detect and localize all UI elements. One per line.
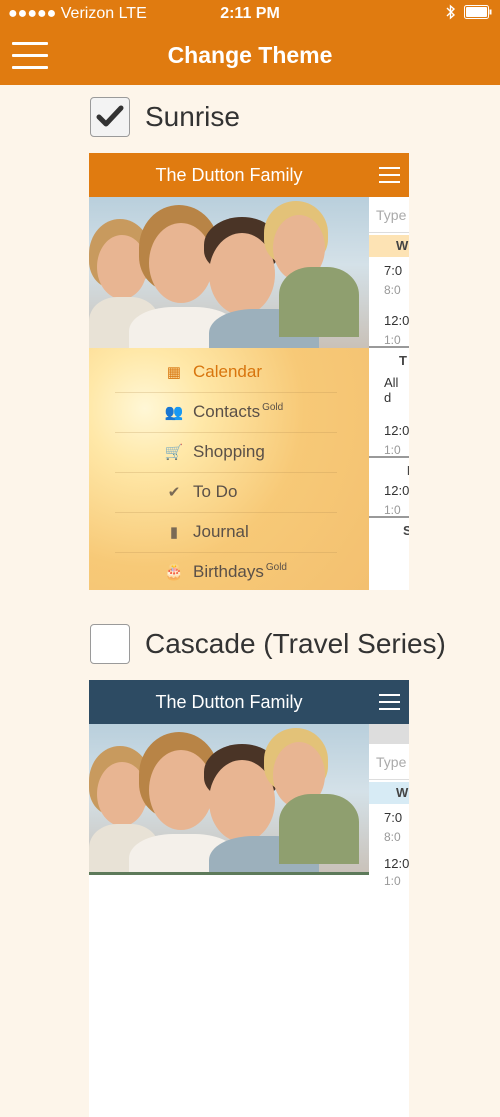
preview-menu-icon [379,694,400,715]
preview-header: The Dutton Family [89,680,409,724]
gold-badge: Gold [265,562,287,574]
preview-header-title: The Dutton Family [155,165,303,185]
family-photo [89,197,369,348]
navigation-bar: Change Theme [0,28,500,85]
status-bar: ●●●●● Verizon LTE 2:11 PM [0,0,500,28]
preview-search-field: Type [369,744,409,780]
preview-header: The Dutton Family [89,153,409,197]
preview-header-title: The Dutton Family [155,692,303,712]
family-photo [89,724,369,875]
preview-calendar-column: Type W 7:0 8:0 12:0 1:0 T All d 12:0 1:0… [369,197,409,590]
preview-menu-item-calendar: ▦ Calendar [115,352,337,393]
theme-option-sunrise[interactable]: Sunrise [90,97,240,137]
journal-icon: ▮ [169,524,179,541]
theme-checkbox-sunrise[interactable] [90,97,130,137]
preview-menu-item-shopping: 🛒 Shopping [115,432,337,473]
preview-search-field: Type [369,197,409,233]
status-time: 2:11 PM [220,5,280,22]
preview-menu-item-todo: ✔ To Do [115,472,337,513]
theme-checkbox-cascade[interactable] [90,624,130,664]
theme-label-cascade: Cascade (Travel Series) [145,628,446,659]
preview-menu-item-contacts: 👥 Contacts Gold [115,392,337,433]
preview-menu-icon [379,167,400,188]
calendar-icon: ▦ [166,364,182,381]
contacts-icon: 👥 [164,404,184,421]
preview-calendar-column: Type W 7:0 8:0 12:0 1:0 [369,724,409,1117]
theme-preview-cascade[interactable]: The Dutton Family Type W 7:0 8:0 12:0 1:… [89,680,409,1117]
preview-menu-item-journal: ▮ Journal [115,512,337,553]
gold-badge: Gold [262,402,284,414]
checkmark-icon [96,105,124,127]
battery-icon [464,5,492,19]
cart-icon: 🛒 [164,444,184,461]
theme-label-sunrise: Sunrise [145,101,240,132]
check-icon: ✔ [167,484,181,501]
preview-side-menu: ▦ Calendar 👥 Contacts Gold 🛒 Shopping ✔ T… [89,348,369,590]
theme-preview-sunrise[interactable]: The Dutton Family ▦ Calendar 👥 Contacts G… [89,153,409,590]
bluetooth-icon [446,4,456,20]
cake-icon: 🎂 [164,564,184,581]
page-title: Change Theme [167,42,333,68]
preview-menu-item-birthdays: 🎂 Birthdays Gold [115,552,337,590]
theme-option-cascade[interactable]: Cascade (Travel Series) [90,624,446,664]
